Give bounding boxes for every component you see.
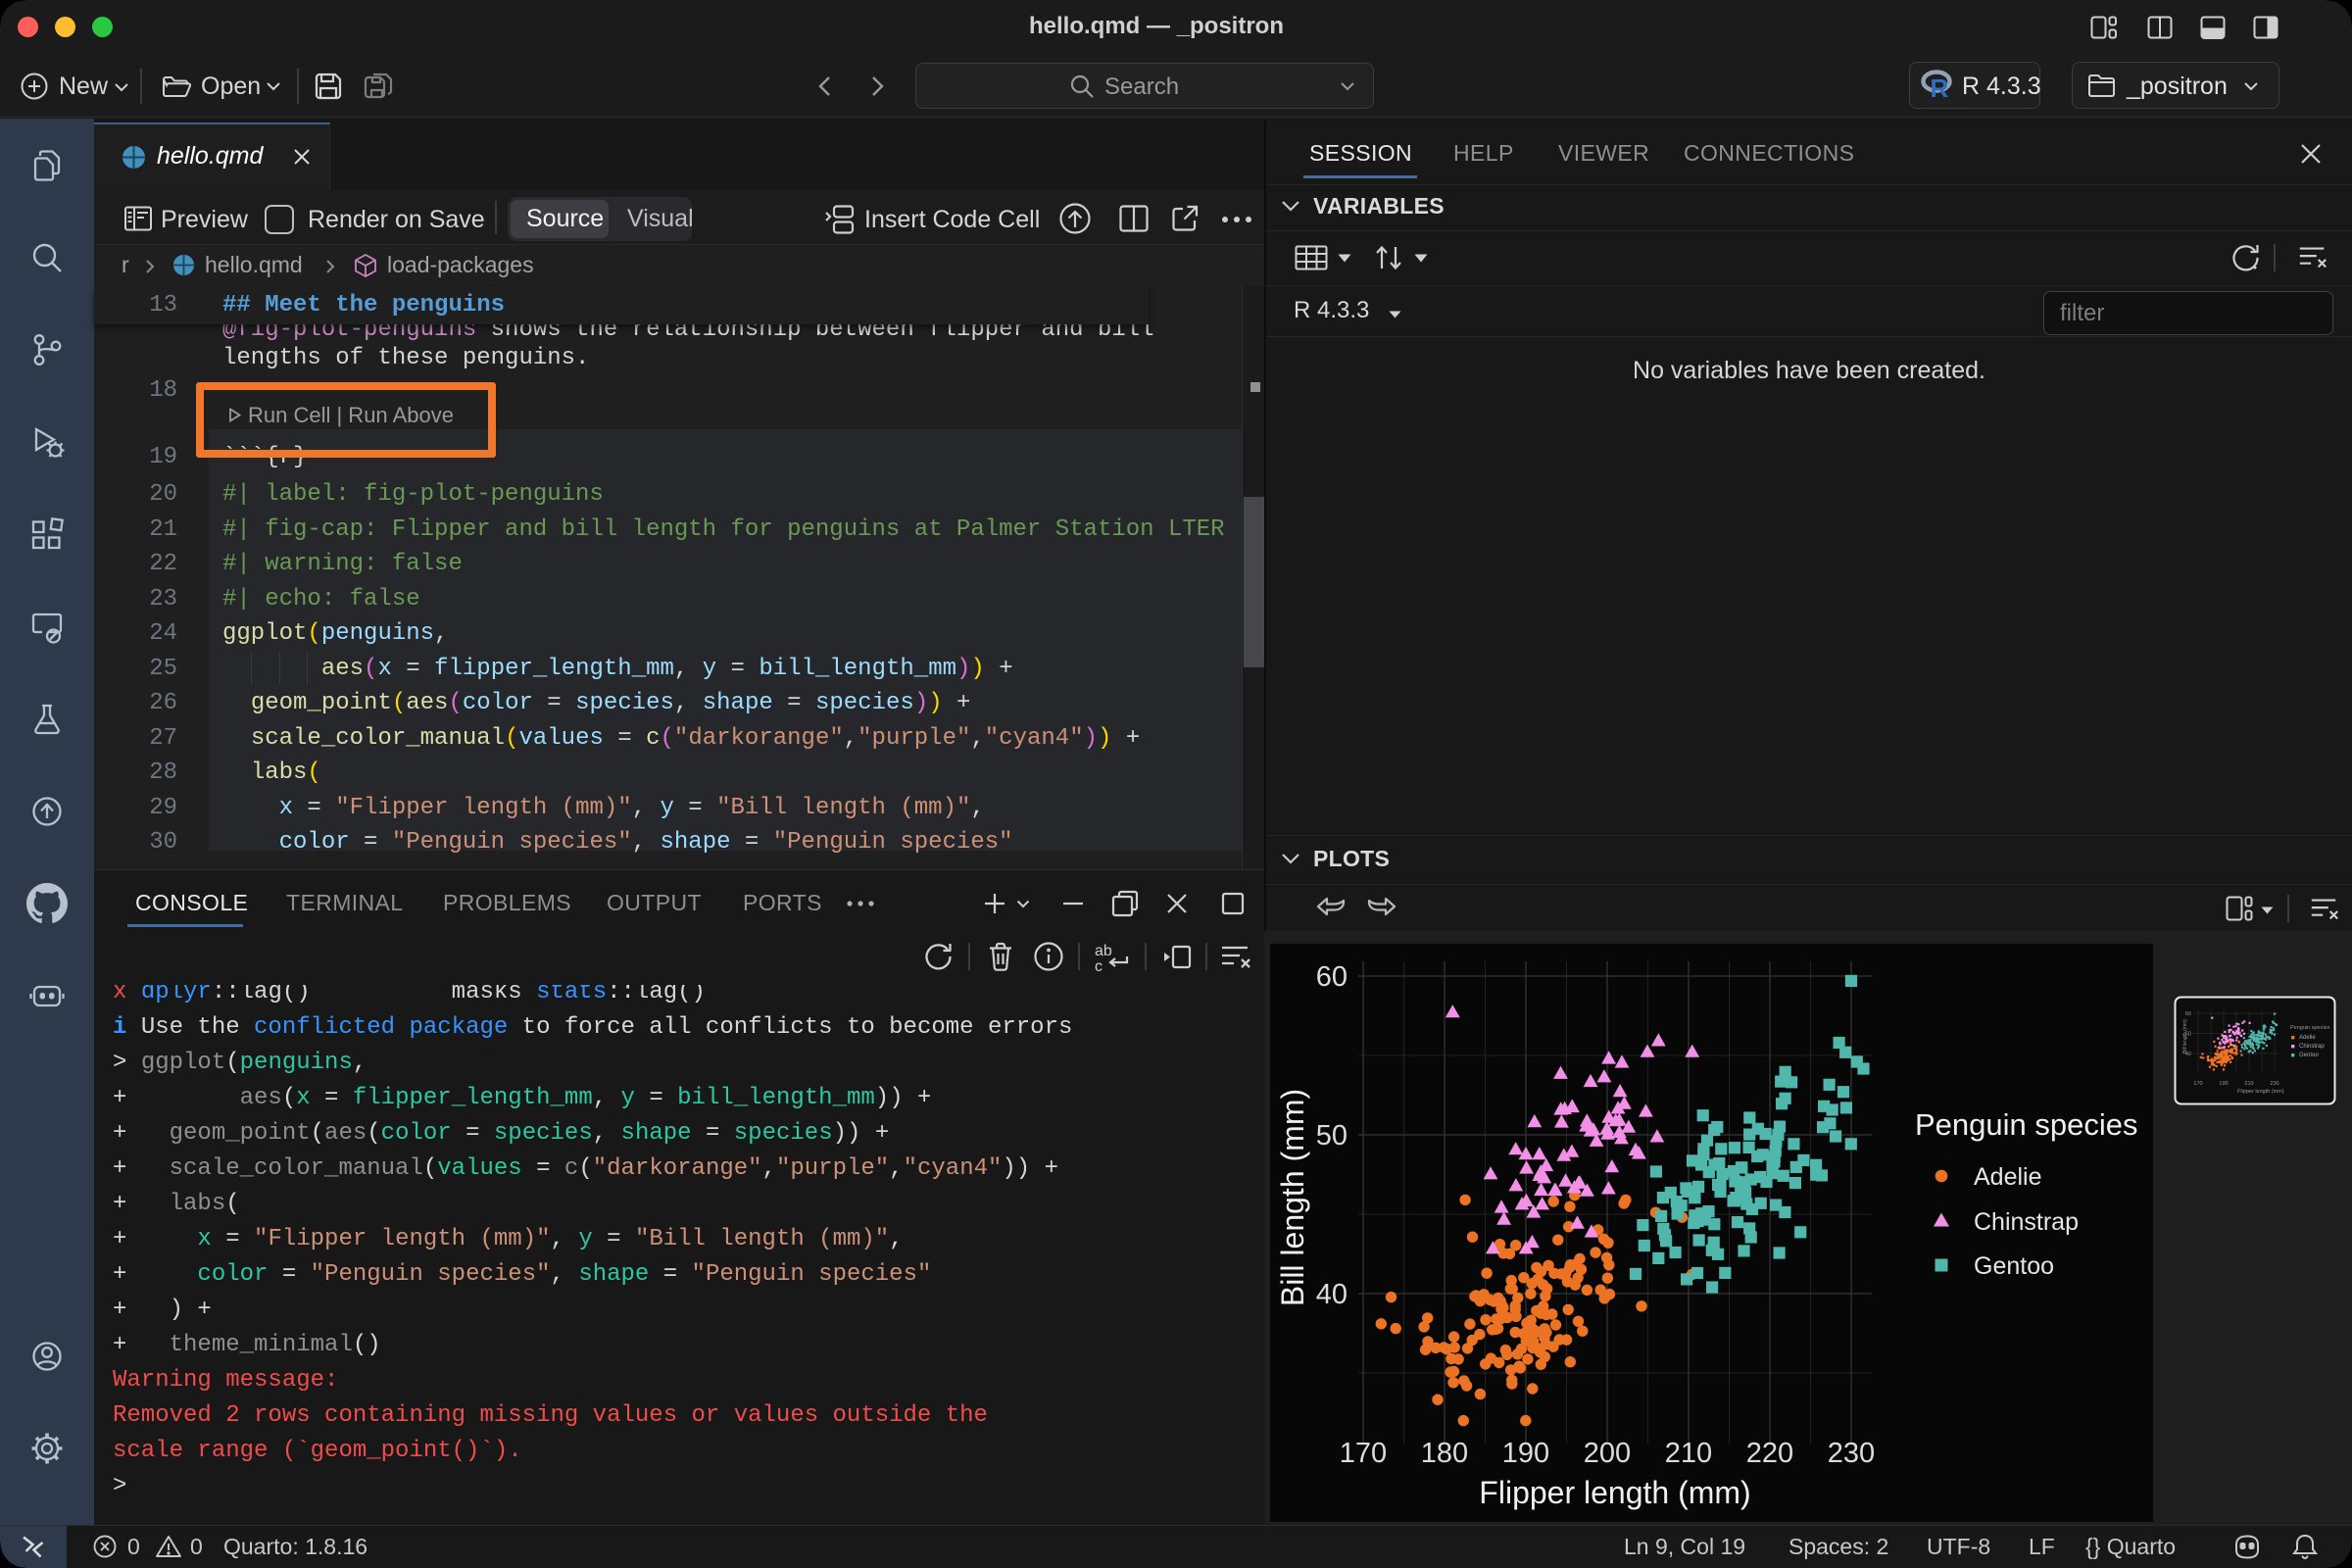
svg-text:Flipper length (mm): Flipper length (mm) bbox=[2237, 1089, 2284, 1095]
svg-text:180: 180 bbox=[1421, 1438, 1468, 1469]
svg-text:200: 200 bbox=[1584, 1438, 1631, 1469]
svg-text:60: 60 bbox=[1316, 961, 1348, 993]
svg-text:40: 40 bbox=[1316, 1279, 1348, 1310]
svg-text:170: 170 bbox=[2193, 1081, 2202, 1087]
svg-text:230: 230 bbox=[1828, 1438, 1875, 1469]
svg-text:60: 60 bbox=[2185, 1011, 2191, 1017]
svg-text:Penguin species: Penguin species bbox=[1915, 1107, 2138, 1142]
svg-text:40: 40 bbox=[2185, 1052, 2191, 1057]
svg-text:50: 50 bbox=[2185, 1032, 2191, 1038]
svg-text:R: R bbox=[1931, 74, 1949, 101]
svg-text:Gentoo: Gentoo bbox=[2299, 1053, 2319, 1058]
svg-text:50: 50 bbox=[1316, 1120, 1348, 1152]
svg-text:Chinstrap: Chinstrap bbox=[1974, 1208, 2079, 1236]
svg-text:Bill length (mm): Bill length (mm) bbox=[1275, 1089, 1310, 1306]
svg-text:190: 190 bbox=[2219, 1081, 2228, 1087]
svg-text:Flipper length (mm): Flipper length (mm) bbox=[1479, 1475, 1750, 1510]
svg-text:Adelie: Adelie bbox=[1974, 1163, 2042, 1191]
svg-text:230: 230 bbox=[2270, 1081, 2278, 1087]
svg-text:Gentoo: Gentoo bbox=[1974, 1252, 2054, 1280]
svg-text:190: 190 bbox=[1502, 1438, 1549, 1469]
svg-text:Chinstrap: Chinstrap bbox=[2299, 1044, 2325, 1050]
svg-text:220: 220 bbox=[1746, 1438, 1793, 1469]
svg-text:210: 210 bbox=[2244, 1081, 2253, 1087]
svg-text:210: 210 bbox=[1665, 1438, 1712, 1469]
svg-text:Penguin species: Penguin species bbox=[2290, 1025, 2330, 1031]
svg-text:ab: ab bbox=[1095, 943, 1112, 959]
svg-text:c: c bbox=[1095, 958, 1102, 974]
svg-text:Adelie: Adelie bbox=[2299, 1035, 2316, 1041]
svg-text:170: 170 bbox=[1340, 1438, 1387, 1469]
